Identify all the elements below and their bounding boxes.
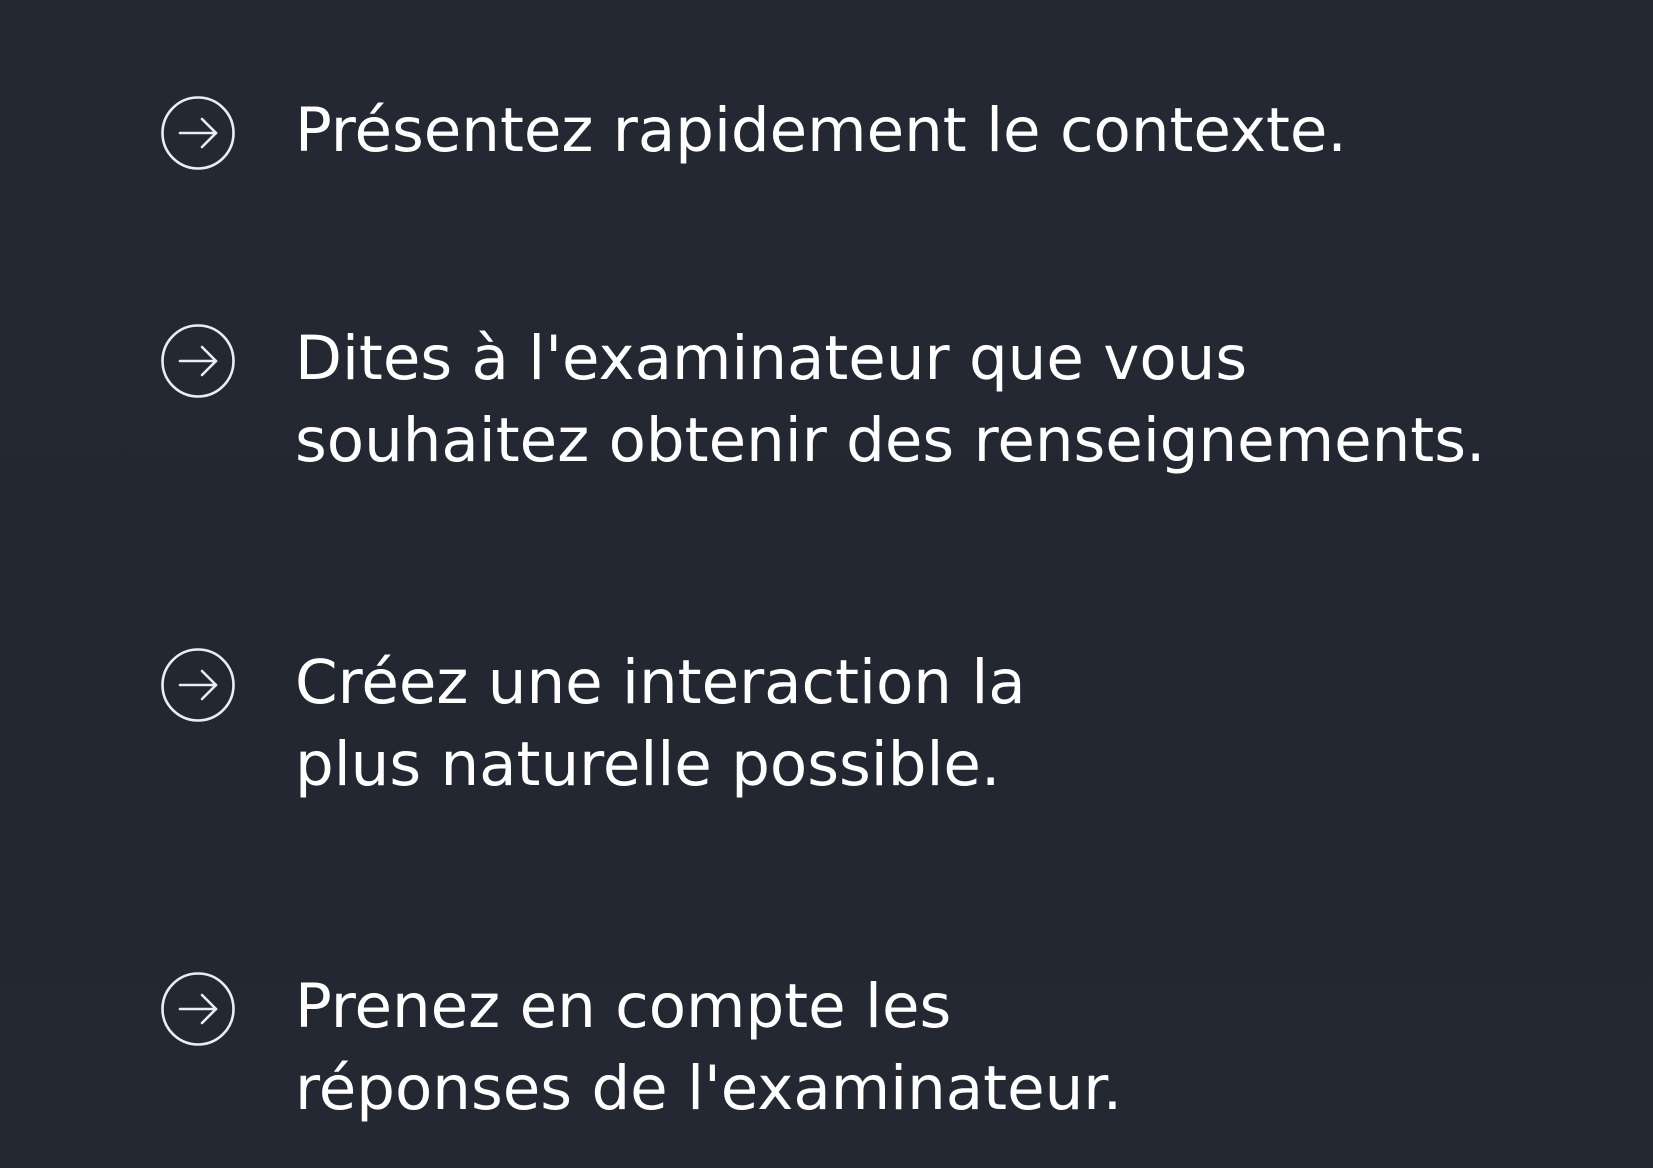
arrow-right-circle-icon (160, 647, 236, 723)
list-item-text: Créez une interaction la plus naturelle … (295, 647, 1026, 800)
slide: Présentez rapidement le contexte. Dites … (0, 0, 1653, 1168)
arrow-right-circle-icon (160, 95, 236, 171)
list-item-text: Présentez rapidement le contexte. (295, 95, 1347, 166)
list-item-text: Dites à l'examinateur que vous souhaitez… (295, 323, 1486, 476)
arrow-right-circle-icon (160, 971, 236, 1047)
list-item-text: Prenez en compte les réponses de l'exami… (295, 971, 1123, 1124)
arrow-right-circle-icon (160, 323, 236, 399)
